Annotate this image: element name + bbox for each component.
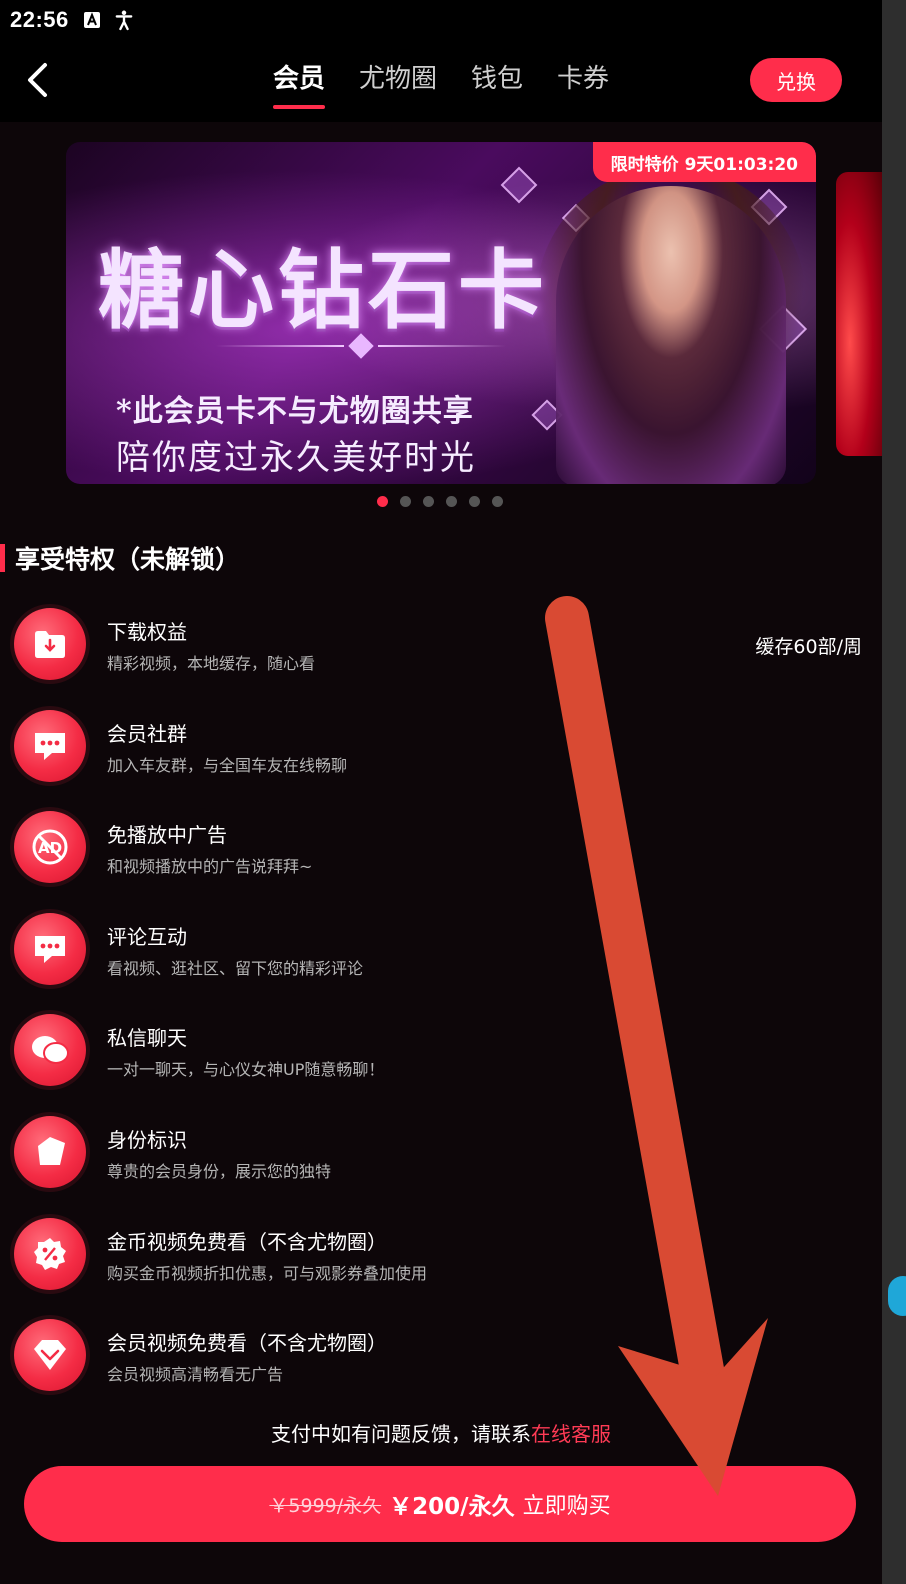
redeem-button[interactable]: 兑换	[750, 58, 842, 102]
online-support-link[interactable]: 在线客服	[531, 1422, 611, 1446]
screen-edge	[882, 0, 906, 1584]
top-nav: 会员 尤物圈 钱包 卡券 兑换	[0, 40, 882, 122]
privilege-title: 免播放中广告	[107, 823, 227, 848]
banner-title: 糖心钻石卡	[98, 240, 548, 341]
banner-slogan: 陪你度过永久美好时光	[116, 438, 476, 478]
privilege-item-member-videos: 会员视频免费看（不含尤物圈） 会员视频高清畅看无广告	[0, 1317, 882, 1419]
carousel-dot[interactable]	[423, 496, 434, 507]
banner-ornament	[216, 333, 506, 359]
font-icon	[83, 11, 101, 29]
floating-bubble[interactable]	[888, 1276, 906, 1316]
comment-icon	[14, 912, 86, 985]
carousel-dots	[0, 496, 882, 507]
privilege-item-group: 会员社群 加入车友群，与全国车友在线畅聊	[0, 708, 882, 810]
banner-model-image	[556, 186, 786, 484]
original-price: ￥5999/永久	[269, 1494, 382, 1517]
privilege-item-identity: 身份标识 尊贵的会员身份，展示您的独特	[0, 1114, 882, 1216]
carousel-dot[interactable]	[446, 496, 457, 507]
carousel-dot[interactable]	[469, 496, 480, 507]
banner-note: *此会员卡不与尤物圈共享	[116, 394, 474, 429]
privilege-list: 下载权益 精彩视频，本地缓存，随心看 缓存60部/周 会员社群 加入车友群，与全…	[0, 606, 882, 1419]
tab-coupons[interactable]: 卡券	[557, 58, 609, 109]
privilege-desc: 购买金币视频折扣优惠，可与观影券叠加使用	[107, 1263, 428, 1283]
privilege-title: 身份标识	[107, 1127, 187, 1152]
chat-bubble-icon	[14, 709, 86, 782]
message-icon	[14, 1014, 86, 1087]
privilege-desc: 和视频播放中的广告说拜拜~	[107, 857, 313, 877]
privilege-title: 私信聊天	[107, 1026, 187, 1051]
main-content: 糖心钻石卡 *此会员卡不与尤物圈共享 陪你度过永久美好时光 限时特价 9天01:…	[0, 122, 882, 1584]
privilege-desc: 看视频、逛社区、留下您的精彩评论	[107, 958, 364, 978]
status-bar: 22:56	[0, 0, 882, 40]
tab-youwuquan[interactable]: 尤物圈	[359, 58, 437, 109]
privilege-title: 下载权益	[107, 620, 187, 644]
privilege-desc: 会员视频高清畅看无广告	[107, 1365, 284, 1385]
privilege-desc: 加入车友群，与全国车友在线畅聊	[107, 755, 348, 775]
carousel-dot[interactable]	[492, 496, 503, 507]
diamond-icon	[14, 1319, 86, 1392]
buy-now-button[interactable]: ￥5999/永久 ￥200/永久 立即购买	[24, 1466, 856, 1542]
support-text: 支付中如有问题反馈，请联系	[271, 1422, 531, 1446]
coupon-icon	[14, 1217, 86, 1290]
ad-icon: AD	[14, 811, 86, 884]
section-accent-bar	[0, 544, 5, 572]
carousel-dot[interactable]	[377, 496, 388, 507]
buy-now-label: 立即购买	[522, 1494, 611, 1519]
privileges-heading: 享受特权（未解锁）	[0, 540, 240, 576]
back-button[interactable]	[20, 60, 54, 100]
next-banner-preview[interactable]	[836, 172, 882, 456]
status-time: 22:56	[10, 7, 69, 32]
privilege-item-comments: 评论互动 看视频、逛社区、留下您的精彩评论	[0, 911, 882, 1013]
privilege-desc: 一对一聊天，与心仪女神UP随意畅聊！	[107, 1060, 385, 1080]
sale-price: ￥200/永久	[389, 1494, 515, 1520]
privileges-heading-text: 享受特权（未解锁）	[15, 545, 241, 574]
privilege-title: 会员社群	[107, 721, 187, 746]
carousel-dot[interactable]	[400, 496, 411, 507]
tab-membership[interactable]: 会员	[273, 58, 326, 109]
accessibility-icon	[115, 10, 133, 31]
tab-bar: 会员 尤物圈 钱包 卡券	[273, 58, 609, 109]
download-folder-icon	[14, 608, 86, 680]
promo-countdown-badge: 限时特价 9天01:03:20	[592, 142, 816, 182]
privilege-quota: 缓存60部/周	[755, 636, 862, 658]
support-notice: 支付中如有问题反馈，请联系在线客服	[0, 1418, 882, 1447]
privilege-desc: 尊贵的会员身份，展示您的独特	[107, 1161, 332, 1181]
badge-icon	[14, 1115, 86, 1188]
membership-banner[interactable]: 糖心钻石卡 *此会员卡不与尤物圈共享 陪你度过永久美好时光 限时特价 9天01:…	[66, 142, 816, 484]
chevron-left-icon	[28, 63, 47, 97]
privilege-title: 金币视频免费看（不含尤物圈）	[107, 1229, 387, 1254]
sparkle-decoration	[500, 166, 538, 204]
privilege-item-coin-videos: 金币视频免费看（不含尤物圈） 购买金币视频折扣优惠，可与观影券叠加使用	[0, 1216, 882, 1318]
privilege-title: 评论互动	[107, 924, 187, 949]
gem-icon	[348, 333, 374, 359]
tab-wallet[interactable]: 钱包	[471, 58, 523, 109]
privilege-desc: 精彩视频，本地缓存，随心看	[107, 654, 316, 673]
privilege-item-no-ads: AD 免播放中广告 和视频播放中的广告说拜拜~	[0, 809, 882, 911]
privilege-item-private-chat: 私信聊天 一对一聊天，与心仪女神UP随意畅聊！	[0, 1012, 882, 1114]
privilege-title: 会员视频免费看（不含尤物圈）	[107, 1331, 387, 1356]
privilege-item-download: 下载权益 精彩视频，本地缓存，随心看 缓存60部/周	[0, 606, 882, 708]
